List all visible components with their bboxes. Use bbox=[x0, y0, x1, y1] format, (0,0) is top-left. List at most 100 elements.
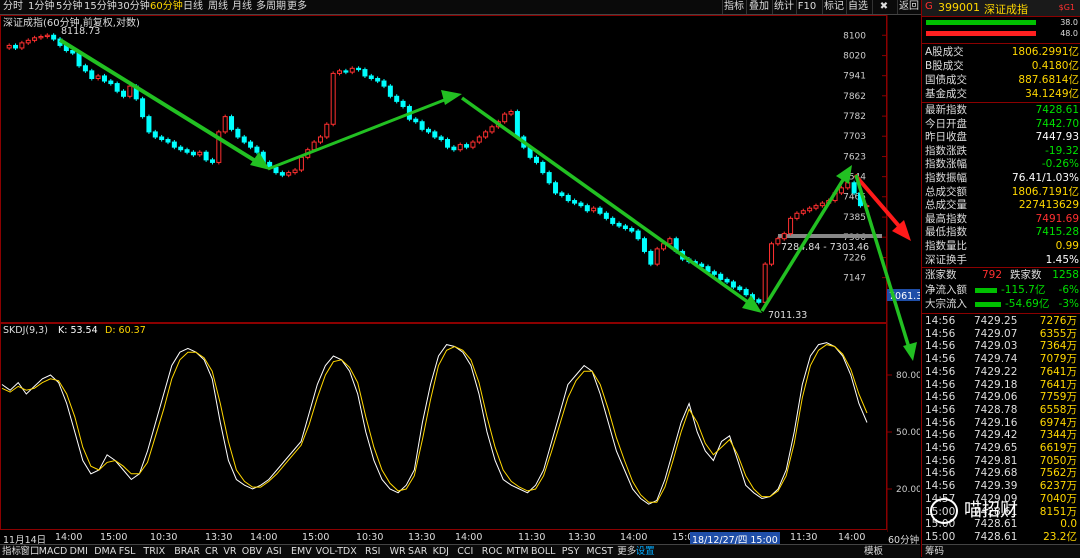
indicator-tab[interactable]: 窗口 bbox=[20, 545, 39, 558]
main-chart[interactable]: 8100802079417862778277037623754474657385… bbox=[0, 15, 920, 532]
indicator-tab[interactable]: ROC bbox=[482, 545, 503, 558]
tab-chips[interactable]: 筹码 bbox=[925, 545, 944, 558]
indicator-tab[interactable]: DMA bbox=[94, 545, 116, 558]
tick-volume: 7050万 bbox=[1039, 454, 1077, 467]
candle-body bbox=[317, 136, 323, 143]
quote-value: 7447.93 bbox=[1035, 131, 1079, 144]
indicator-tab[interactable]: RSI bbox=[365, 545, 380, 558]
template-tab[interactable]: 模板 bbox=[864, 545, 883, 558]
candle-body bbox=[381, 80, 387, 87]
tf-month[interactable]: 月线 bbox=[232, 0, 252, 14]
indicator-tab[interactable]: 更多 bbox=[617, 545, 636, 558]
candle-body bbox=[489, 126, 495, 133]
tf-fenshi[interactable]: 分时 bbox=[3, 0, 23, 14]
stock-code: 399001 bbox=[938, 1, 980, 14]
tf-1min[interactable]: 1分钟 bbox=[28, 0, 54, 14]
indicator-tab[interactable]: MTM bbox=[506, 545, 528, 558]
candle-body bbox=[724, 278, 730, 283]
quote-row: 昨日收盘 7447.93 bbox=[922, 131, 1080, 145]
indicator-tab[interactable]: VR bbox=[223, 545, 236, 558]
tick-price: 7428.78 bbox=[974, 403, 1018, 416]
stat-value: 887.6814亿 bbox=[1018, 73, 1079, 86]
tick-volume: 6619万 bbox=[1039, 442, 1077, 454]
tf-30min[interactable]: 30分钟 bbox=[117, 0, 150, 14]
indicator-tab[interactable]: KDJ bbox=[433, 545, 449, 558]
indicator-tab[interactable]: 设置 bbox=[636, 545, 655, 558]
time-label: 15:00 bbox=[100, 532, 128, 543]
candle-body bbox=[95, 75, 101, 79]
buy-sell-bar-1 bbox=[926, 20, 1036, 25]
candle-body bbox=[356, 67, 362, 71]
candle-body bbox=[807, 207, 813, 212]
quote-header: G 399001 深证成指 $G1 bbox=[922, 0, 1080, 17]
indicator-tab[interactable]: CCI bbox=[457, 545, 473, 558]
indicator-tab[interactable]: EMV bbox=[291, 545, 312, 558]
candle-body bbox=[629, 228, 635, 232]
tf-day[interactable]: 日线 bbox=[183, 0, 203, 14]
quote-row: 指数振幅 76.41/1.03% bbox=[922, 172, 1080, 186]
quote-label: 今日开盘 bbox=[925, 117, 967, 130]
tick-row: 14:56 7428.78 6558万 bbox=[922, 404, 1080, 418]
kdj-axis: 80.00 50.00 20.00 bbox=[887, 371, 920, 495]
tf-multi[interactable]: 多周期 bbox=[256, 0, 286, 14]
quote-row: 指数涨幅 -0.26% bbox=[922, 158, 1080, 172]
candle-body bbox=[178, 146, 184, 151]
close-icon[interactable]: ✖ bbox=[872, 0, 895, 14]
tick-time: 14:56 bbox=[925, 378, 956, 391]
tool-stats[interactable]: 统计 bbox=[772, 0, 795, 14]
quote-label: 指数涨幅 bbox=[925, 158, 967, 171]
candle-body bbox=[146, 116, 152, 133]
indicator-tab[interactable]: DMI bbox=[70, 545, 88, 558]
indicator-tab[interactable]: MACD bbox=[39, 545, 67, 558]
time-label: 14:00 bbox=[838, 532, 866, 543]
quote-label: 总成交额 bbox=[925, 185, 967, 198]
stat-value: 0.4180亿 bbox=[1031, 59, 1079, 72]
indicator-tab[interactable]: CR bbox=[205, 545, 218, 558]
candle-body bbox=[483, 131, 489, 138]
indicator-tab[interactable]: BOLL bbox=[531, 545, 555, 558]
candle-body bbox=[756, 299, 762, 303]
tool-overlay[interactable]: 叠加 bbox=[746, 0, 771, 14]
tool-watchlist[interactable]: 自选 bbox=[846, 0, 869, 14]
indicator-tab[interactable]: SAR bbox=[408, 545, 427, 558]
indicator-tab[interactable]: WR bbox=[390, 545, 406, 558]
indicator-tab[interactable]: BRAR bbox=[174, 545, 200, 558]
candle-body bbox=[349, 67, 355, 73]
tick-row: 14:56 7429.06 7759万 bbox=[922, 391, 1080, 405]
quote-value: -19.32 bbox=[1045, 144, 1079, 157]
tool-mark[interactable]: 标记 bbox=[822, 0, 845, 14]
tick-time: 15:00 bbox=[925, 530, 956, 543]
tf-week[interactable]: 周线 bbox=[208, 0, 228, 14]
price-tick-label: 7941 bbox=[843, 72, 866, 82]
indicator-tab[interactable]: VOL-TDX bbox=[316, 545, 357, 558]
indicator-tab[interactable]: ASI bbox=[266, 545, 281, 558]
tf-15min[interactable]: 15分钟 bbox=[84, 0, 117, 14]
indicator-tab[interactable]: PSY bbox=[562, 545, 580, 558]
tool-f10[interactable]: F10 bbox=[796, 0, 817, 14]
indicator-tab[interactable]: TRIX bbox=[143, 545, 165, 558]
candle-body bbox=[775, 238, 781, 245]
candle-body bbox=[324, 123, 330, 138]
tick-price: 7429.06 bbox=[974, 391, 1018, 404]
candle-body bbox=[457, 144, 463, 151]
candle-body bbox=[248, 141, 254, 148]
tool-back[interactable]: 返回 bbox=[897, 0, 920, 14]
watermark-text: 喵招财 bbox=[964, 500, 1018, 521]
quote-row: 最新指数 7428.61 bbox=[922, 104, 1080, 118]
tick-time: 14:56 bbox=[925, 353, 956, 366]
candle-body bbox=[476, 136, 482, 143]
tick-time: 14:56 bbox=[925, 480, 956, 493]
candle-body bbox=[445, 139, 451, 148]
buy-sell-bar-2 bbox=[926, 31, 1036, 36]
tool-indicator[interactable]: 指标 bbox=[722, 0, 745, 14]
down-value: 1258 bbox=[1052, 269, 1079, 281]
tf-60min[interactable]: 60分钟 bbox=[150, 0, 183, 14]
indicator-tab[interactable]: FSL bbox=[119, 545, 136, 558]
tf-more[interactable]: 更多 bbox=[287, 0, 307, 14]
candle-body bbox=[730, 281, 736, 288]
quote-row: 指数涨跌 -19.32 bbox=[922, 145, 1080, 159]
indicator-tab[interactable]: MCST bbox=[586, 545, 613, 558]
tf-5min[interactable]: 5分钟 bbox=[56, 0, 82, 14]
indicator-tab[interactable]: 指标 bbox=[2, 545, 21, 558]
indicator-tab[interactable]: OBV bbox=[242, 545, 262, 558]
